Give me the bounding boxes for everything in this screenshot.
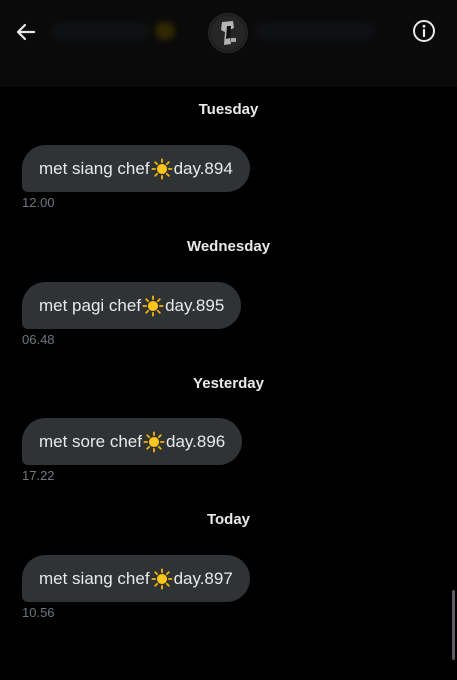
message-text-post: day.897 bbox=[173, 568, 233, 588]
message-text-post: day.894 bbox=[173, 158, 233, 178]
message-text-pre: met siang chef bbox=[39, 158, 150, 178]
sun-icon bbox=[142, 294, 164, 317]
day-divider: Wednesday bbox=[186, 238, 271, 255]
message-timestamp: 17.22 bbox=[22, 468, 55, 483]
sun-icon bbox=[151, 567, 173, 590]
message-text-pre: met pagi chef bbox=[39, 295, 142, 315]
conversation-header bbox=[0, 0, 457, 86]
profile-avatar bbox=[209, 14, 247, 52]
day-divider: Today bbox=[206, 511, 251, 528]
arrow-left-icon bbox=[16, 23, 36, 41]
redacted-emoji bbox=[155, 22, 175, 40]
sun-icon bbox=[151, 157, 173, 180]
message-text-post: day.896 bbox=[166, 431, 226, 451]
info-icon bbox=[413, 20, 435, 42]
message-bubble[interactable]: met siang chef day.897 bbox=[22, 555, 250, 602]
redacted-name-right bbox=[255, 22, 375, 40]
message-bubble[interactable]: met siang chef day.894 bbox=[22, 145, 250, 192]
message-text-pre: met siang chef bbox=[39, 568, 150, 588]
message-text-post: day.895 bbox=[165, 295, 225, 315]
message-timestamp: 06.48 bbox=[22, 332, 55, 347]
message-text-pre: met sore chef bbox=[39, 431, 142, 451]
scrollbar[interactable] bbox=[452, 590, 455, 660]
day-divider: Tuesday bbox=[198, 101, 259, 118]
sun-icon bbox=[143, 430, 165, 453]
message-bubble[interactable]: met sore chef day.896 bbox=[22, 418, 243, 465]
redacted-name-left bbox=[50, 22, 150, 40]
message-timestamp: 10.56 bbox=[22, 605, 55, 620]
info-button[interactable] bbox=[411, 18, 437, 44]
message-bubble[interactable]: met pagi chef day.895 bbox=[22, 282, 242, 329]
back-button[interactable] bbox=[12, 18, 40, 46]
avatar[interactable] bbox=[209, 14, 247, 52]
day-divider: Yesterday bbox=[193, 375, 264, 392]
message-timestamp: 12.00 bbox=[22, 195, 55, 210]
